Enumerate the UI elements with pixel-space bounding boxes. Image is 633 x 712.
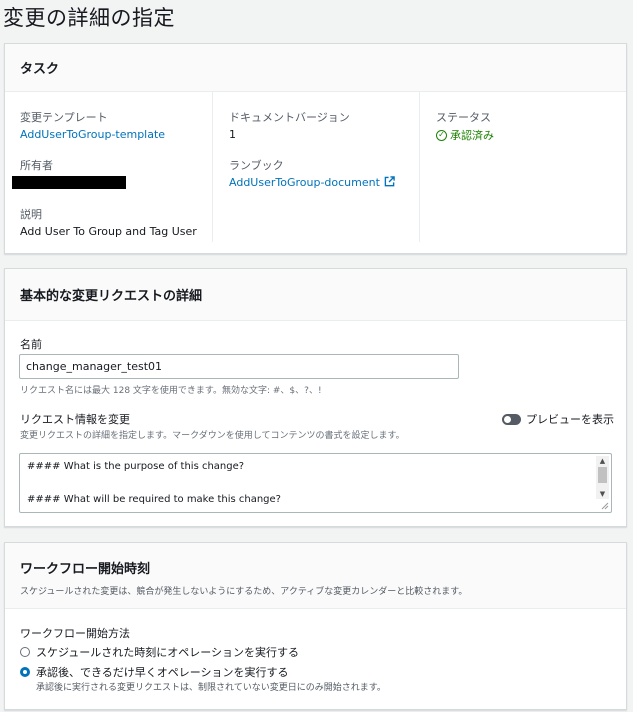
- runbook-label: ランブック: [229, 159, 284, 172]
- workflow-description: スケジュールされた変更は、競合が発生しないようにするため、アクティブな変更カレン…: [20, 587, 468, 597]
- textarea-line: #### What will be required to make this …: [27, 494, 281, 505]
- external-link-icon: [384, 176, 395, 187]
- description-label: 説明: [20, 208, 42, 221]
- scroll-down-arrow-icon[interactable]: ▼: [596, 489, 609, 499]
- status-badge: ✓ 承認済み: [436, 127, 494, 143]
- radio-button-unselected[interactable]: [20, 647, 30, 657]
- textarea-scrollbar[interactable]: ▲ ▼: [596, 456, 609, 499]
- owner-value-redacted: [12, 176, 126, 189]
- preview-toggle[interactable]: プレビューを表示: [502, 411, 614, 427]
- name-hint: リクエスト名には最大 128 文字を使用できます。無効な文字: #、$、?、!: [20, 386, 322, 396]
- workflow-panel-title: ワークフロー開始時刻: [20, 562, 151, 577]
- task-column-3: ステータス ✓ 承認済み: [419, 92, 626, 242]
- doc-version-value: 1: [229, 128, 236, 141]
- toggle-knob: [504, 415, 511, 423]
- basic-details-panel: 基本的な変更リクエストの詳細 名前 リクエスト名には最大 128 文字を使用でき…: [4, 268, 627, 527]
- owner-label: 所有者: [20, 159, 53, 172]
- radio-asap-sublabel: 承認後に実行される変更リクエストは、制限されていない変更日にのみ開始されます。: [36, 683, 386, 693]
- request-info-textarea[interactable]: #### What is the purpose of this change?…: [19, 453, 612, 513]
- radio-label: スケジュールされた時刻にオペレーションを実行する: [36, 646, 300, 659]
- status-label: ステータス: [436, 111, 491, 124]
- scroll-thumb[interactable]: [598, 467, 607, 483]
- basic-panel-title: 基本的な変更リクエストの詳細: [20, 289, 203, 304]
- basic-panel-header: 基本的な変更リクエストの詳細: [5, 269, 626, 321]
- status-value: 承認済み: [450, 129, 494, 142]
- description-value: Add User To Group and Tag User: [20, 225, 197, 238]
- radio-scheduled[interactable]: スケジュールされた時刻にオペレーションを実行する: [20, 644, 299, 660]
- task-column-1: 変更テンプレート AddUserToGroup-template 所有者 説明 …: [5, 92, 212, 242]
- toggle-switch[interactable]: [502, 413, 521, 425]
- name-label: 名前: [20, 338, 42, 351]
- workflow-panel: ワークフロー開始時刻 スケジュールされた変更は、競合が発生しないようにするため、…: [4, 542, 627, 710]
- radio-asap[interactable]: 承認後、できるだけ早くオペレーションを実行する: [20, 664, 289, 680]
- preview-toggle-label: プレビューを表示: [526, 413, 614, 426]
- runbook-link-wrap[interactable]: AddUserToGroup-document: [229, 176, 395, 189]
- task-panel-title: タスク: [20, 62, 60, 77]
- template-link[interactable]: AddUserToGroup-template: [20, 128, 165, 141]
- workflow-panel-header: ワークフロー開始時刻 スケジュールされた変更は、競合が発生しないようにするため、…: [5, 543, 626, 609]
- task-panel-header: タスク: [5, 44, 626, 92]
- radio-button-selected[interactable]: [20, 667, 30, 677]
- template-label: 変更テンプレート: [20, 111, 108, 124]
- textarea-line: #### What is the purpose of this change?: [27, 461, 245, 472]
- scroll-up-arrow-icon[interactable]: ▲: [596, 456, 609, 466]
- task-panel: タスク 変更テンプレート AddUserToGroup-template 所有者…: [4, 43, 627, 254]
- runbook-link[interactable]: AddUserToGroup-document: [229, 176, 380, 189]
- task-column-2: ドキュメントバージョン 1 ランブック AddUserToGroup-docum…: [212, 92, 419, 242]
- page-title: 変更の詳細の指定: [3, 6, 175, 30]
- request-info-label: リクエスト情報を変更: [20, 413, 130, 426]
- check-circle-icon: ✓: [436, 129, 447, 141]
- request-info-hint: 変更リクエストの詳細を指定します。マークダウンを使用してコンテンツの書式を設定し…: [20, 431, 405, 441]
- radio-label: 承認後、できるだけ早くオペレーションを実行する: [36, 666, 289, 679]
- doc-version-label: ドキュメントバージョン: [229, 111, 350, 124]
- name-input[interactable]: [19, 354, 459, 379]
- resize-handle-icon[interactable]: [600, 501, 609, 510]
- start-method-label: ワークフロー開始方法: [20, 627, 130, 640]
